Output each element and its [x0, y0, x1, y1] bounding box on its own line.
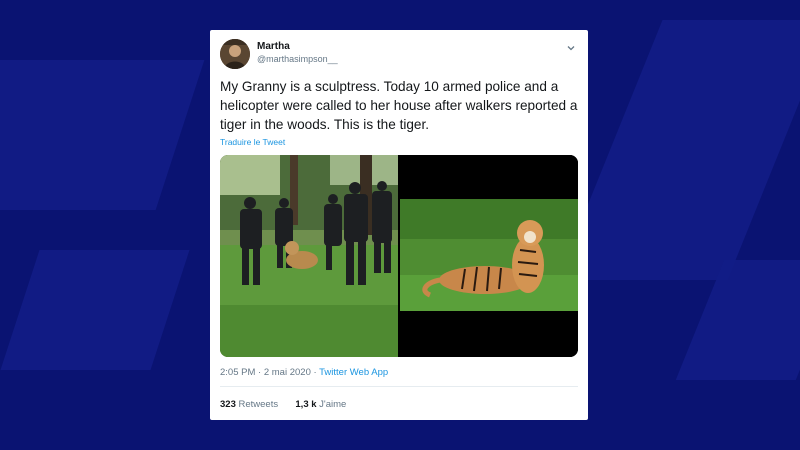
tweet-stats: 323 Retweets 1,3 k J'aime	[220, 399, 346, 410]
tweet-timestamp[interactable]: 2:05 PM · 2 mai 2020 · Twitter Web App	[220, 367, 388, 378]
chevron-down-icon[interactable]	[566, 40, 576, 51]
tweet-source[interactable]: Twitter Web App	[319, 367, 388, 378]
author-name[interactable]: Martha	[257, 41, 290, 52]
tiger-sculpture-photo[interactable]	[400, 155, 578, 357]
translate-link[interactable]: Traduire le Tweet	[220, 137, 285, 147]
tweet-date[interactable]: 2 mai 2020	[264, 367, 311, 378]
author-handle[interactable]: @marthasimpson__	[257, 54, 338, 64]
tweet-card: Martha @marthasimpson__ My Granny is a s…	[210, 30, 588, 420]
tweet-text: My Granny is a sculptress. Today 10 arme…	[220, 79, 578, 132]
avatar[interactable]	[220, 39, 250, 69]
tweet-media[interactable]	[220, 155, 578, 357]
retweets-count: 323	[220, 399, 236, 410]
divider	[220, 386, 578, 387]
retweets-label: Retweets	[238, 399, 279, 410]
likes-count: 1,3 k	[295, 399, 317, 410]
likes-label: J'aime	[319, 399, 347, 410]
police-photo[interactable]	[220, 155, 398, 357]
likes-stat[interactable]: 1,3 k J'aime	[295, 399, 346, 410]
retweets-stat[interactable]: 323 Retweets	[220, 399, 281, 410]
tweet-time[interactable]: 2:05 PM	[220, 367, 255, 378]
